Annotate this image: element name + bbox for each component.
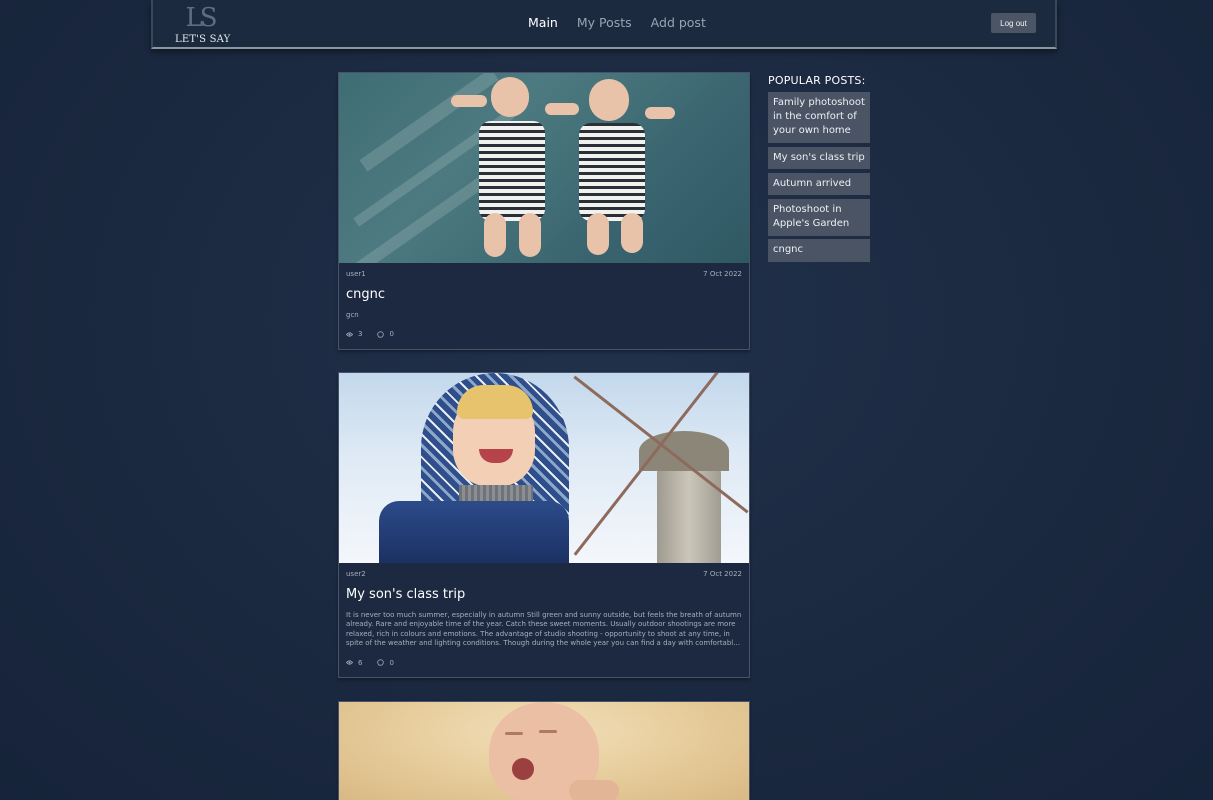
eye-icon [346,660,353,665]
eye-icon [346,332,353,337]
popular-post-item[interactable]: Autumn arrived [768,173,870,195]
popular-post-item[interactable]: Family photoshoot in the comfort of your… [768,92,870,143]
post-meta: user2 7 Oct 2022 [339,570,749,578]
post-stats: 6 0 [339,659,749,667]
site-logo[interactable]: LS LET'S SAY [175,3,231,46]
post-author[interactable]: user1 [346,270,366,278]
nav-my-posts[interactable]: My Posts [577,15,632,30]
post-excerpt: It is never too much summer, especially … [346,611,742,648]
post-image[interactable] [339,702,749,800]
post-card[interactable]: user2 7 Oct 2022 My son's class trip It … [338,372,750,678]
post-stats: 3 0 [339,330,749,338]
post-card[interactable] [338,701,750,800]
post-author[interactable]: user2 [346,570,366,578]
logo-monogram: LS [185,3,217,33]
post-card[interactable]: user1 7 Oct 2022 cngnc gcn 3 0 [338,72,750,350]
site-header: LS LET'S SAY Main My Posts Add post Log … [151,0,1057,49]
post-title[interactable]: My son's class trip [339,587,749,602]
views-count: 3 [358,330,363,339]
post-title[interactable]: cngnc [339,287,749,302]
post-image[interactable] [339,73,749,263]
comment-bubble-icon [377,331,385,338]
post-date: 7 Oct 2022 [703,570,742,578]
post-excerpt: gcn [346,311,359,319]
post-image[interactable] [339,373,749,563]
logo-text: LET'S SAY [175,34,231,45]
popular-post-item[interactable]: My son's class trip [768,147,870,169]
popular-post-item[interactable]: cngnc [768,239,870,262]
logout-button[interactable]: Log out [991,13,1036,33]
popular-post-item[interactable]: Photoshoot in Apple's Garden [768,199,870,236]
main-nav: Main My Posts Add post [528,15,706,30]
nav-main[interactable]: Main [528,15,558,30]
comments-count: 0 [389,330,394,339]
nav-add-post[interactable]: Add post [651,15,706,30]
post-meta: user1 7 Oct 2022 [339,270,749,278]
popular-posts-heading: POPULAR POSTS: [768,74,866,87]
comments-count: 0 [389,658,394,667]
views-count: 6 [358,658,363,667]
post-date: 7 Oct 2022 [703,270,742,278]
comment-bubble-icon [377,659,385,666]
